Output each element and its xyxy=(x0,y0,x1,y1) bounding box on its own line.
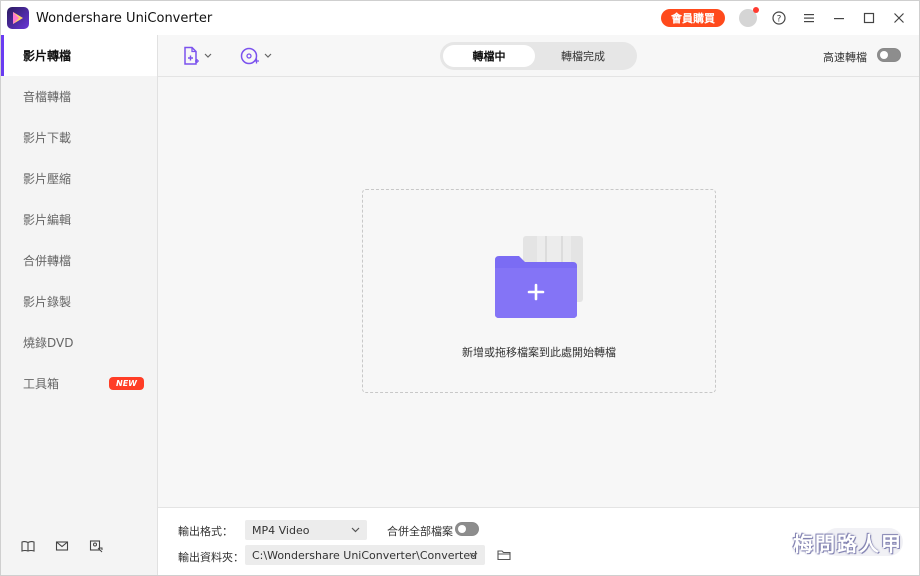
chevron-down-icon xyxy=(469,552,478,558)
sidebar-item-label: 影片下載 xyxy=(23,131,72,145)
merge-all-toggle[interactable] xyxy=(455,522,479,536)
drop-hint-text: 新增或拖移檔案到此處開始轉檔 xyxy=(462,346,616,359)
sidebar-item-burn-dvd[interactable]: 燒錄DVD xyxy=(1,322,157,363)
output-format-value: MP4 Video xyxy=(252,523,310,537)
sidebar-item-video-edit[interactable]: 影片編輯 xyxy=(1,199,157,240)
output-format-label: 輸出格式： xyxy=(178,525,233,538)
toggle-knob xyxy=(880,51,888,59)
sidebar-item-label: 影片壓縮 xyxy=(23,172,72,186)
output-format-select[interactable]: MP4 Video xyxy=(245,520,367,540)
title-bar: Wondershare UniConverter 會員購買 ? xyxy=(1,1,919,35)
app-window: Wondershare UniConverter 會員購買 ? 影片轉檔 音檔轉… xyxy=(0,0,920,576)
help-icon[interactable]: ? xyxy=(765,4,793,32)
merge-all-label: 合併全部檔案 xyxy=(387,525,453,538)
book-icon[interactable] xyxy=(17,535,39,557)
disc-add-icon xyxy=(240,47,259,65)
content-area: 新增或拖移檔案到此處開始轉檔 xyxy=(158,77,919,507)
high-speed-label: 高速轉檔 xyxy=(823,51,867,64)
sidebar-item-audio-convert[interactable]: 音檔轉檔 xyxy=(1,76,157,117)
open-folder-button[interactable] xyxy=(495,546,513,564)
sidebar: 影片轉檔 音檔轉檔 影片下載 影片壓縮 影片編輯 合併轉檔 影片錄製 燒錄DVD… xyxy=(1,35,158,575)
bottom-bar: 輸出格式： MP4 Video 合併全部檔案 輸出資料夾： C:\Wonders… xyxy=(158,507,919,575)
file-drop-zone[interactable]: 新增或拖移檔案到此處開始轉檔 xyxy=(362,189,716,393)
high-speed-toggle[interactable] xyxy=(877,48,901,62)
output-folder-select[interactable]: C:\Wondershare UniConverter\Converted xyxy=(245,545,485,565)
sidebar-item-label: 合併轉檔 xyxy=(23,254,72,268)
output-folder-label: 輸出資料夾： xyxy=(178,551,244,564)
sidebar-item-label: 工具箱 xyxy=(23,377,60,391)
sidebar-item-label: 音檔轉檔 xyxy=(23,90,72,104)
chevron-down-icon xyxy=(204,53,212,58)
folder-icon xyxy=(497,550,511,561)
svg-text:?: ? xyxy=(777,15,782,25)
mail-icon[interactable] xyxy=(51,535,73,557)
sidebar-item-label: 影片編輯 xyxy=(23,213,72,227)
sidebar-item-label: 燒錄DVD xyxy=(23,336,74,350)
close-icon[interactable] xyxy=(885,4,913,32)
member-purchase-button[interactable]: 會員購買 xyxy=(661,9,725,27)
add-dvd-button[interactable] xyxy=(240,44,272,68)
sidebar-item-label: 影片轉檔 xyxy=(23,49,72,63)
sidebar-item-merge[interactable]: 合併轉檔 xyxy=(1,240,157,281)
chevron-down-icon xyxy=(264,53,272,58)
sidebar-item-video-download[interactable]: 影片下載 xyxy=(1,117,157,158)
status-tabs: 轉檔中 轉檔完成 xyxy=(440,42,637,70)
minimize-icon[interactable] xyxy=(825,4,853,32)
user-feedback-icon[interactable] xyxy=(85,535,107,557)
toolbar: 轉檔中 轉檔完成 高速轉檔 xyxy=(158,35,919,77)
tab-converting[interactable]: 轉檔中 xyxy=(443,45,535,67)
sidebar-item-screen-record[interactable]: 影片錄製 xyxy=(1,281,157,322)
sidebar-item-toolbox[interactable]: 工具箱 NEW xyxy=(1,363,157,404)
tab-converted[interactable]: 轉檔完成 xyxy=(535,45,631,67)
watermark-text: 梅問路人甲 xyxy=(793,532,903,556)
main-panel: 轉檔中 轉檔完成 高速轉檔 新增或拖移檔案到此處開始轉檔 輸出格式： MP4 V… xyxy=(158,35,919,575)
maximize-icon[interactable] xyxy=(855,4,883,32)
sidebar-item-video-convert[interactable]: 影片轉檔 xyxy=(1,35,157,76)
app-title: Wondershare UniConverter xyxy=(36,10,213,26)
app-logo-icon xyxy=(7,7,29,29)
add-file-button[interactable] xyxy=(182,44,212,68)
new-badge: NEW xyxy=(109,377,144,390)
sidebar-footer xyxy=(1,535,119,557)
menu-icon[interactable] xyxy=(795,4,823,32)
title-bar-controls: 會員購買 ? xyxy=(661,1,919,35)
add-file-icon xyxy=(184,46,199,65)
chevron-down-icon xyxy=(351,527,360,533)
toggle-knob xyxy=(458,525,466,533)
add-folder-icon xyxy=(495,236,583,318)
output-folder-value: C:\Wondershare UniConverter\Converted xyxy=(252,548,478,562)
avatar[interactable] xyxy=(739,7,759,27)
sidebar-item-video-compress[interactable]: 影片壓縮 xyxy=(1,158,157,199)
sidebar-item-label: 影片錄製 xyxy=(23,295,72,309)
notification-dot xyxy=(753,7,759,13)
